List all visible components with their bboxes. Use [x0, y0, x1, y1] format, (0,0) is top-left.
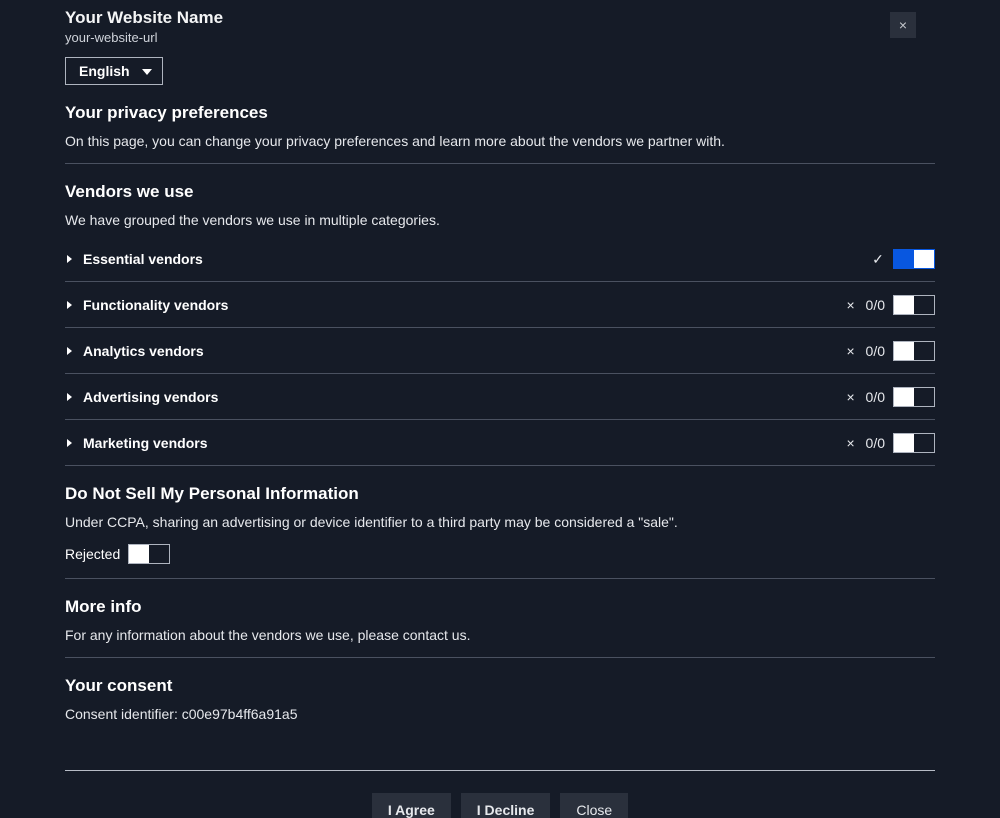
vendor-row[interactable]: Marketing vendors× 0/0	[65, 420, 935, 466]
vendor-row[interactable]: Advertising vendors× 0/0	[65, 374, 935, 420]
decline-button[interactable]: I Decline	[461, 793, 551, 818]
vendor-count: 0/0	[866, 343, 885, 359]
vendor-status: ✓	[871, 249, 935, 269]
language-selected: English	[79, 63, 130, 79]
do-not-sell-toggle[interactable]	[128, 544, 170, 564]
section-title-privacy: Your privacy preferences	[65, 103, 935, 123]
chevron-right-icon	[67, 255, 72, 263]
vendor-row[interactable]: Functionality vendors× 0/0	[65, 282, 935, 328]
section-desc-vendors: We have grouped the vendors we use in mu…	[65, 212, 935, 228]
vendor-status: × 0/0	[844, 433, 935, 453]
vendor-count: 0/0	[866, 389, 885, 405]
chevron-right-icon	[67, 347, 72, 355]
vendor-row[interactable]: Essential vendors✓	[65, 236, 935, 282]
site-name: Your Website Name	[65, 8, 935, 28]
close-icon: ×	[899, 17, 907, 33]
section-desc-dns: Under CCPA, sharing an advertising or de…	[65, 514, 935, 530]
vendor-name: Analytics vendors	[83, 343, 844, 359]
vendor-count: 0/0	[866, 435, 885, 451]
vendor-name: Essential vendors	[83, 251, 871, 267]
consent-identifier: Consent identifier: c00e97b4ff6a91a5	[65, 706, 935, 722]
privacy-dialog: × Your Website Name your-website-url Eng…	[0, 0, 1000, 818]
divider	[65, 163, 935, 164]
vendor-toggle[interactable]	[893, 295, 935, 315]
chevron-right-icon	[67, 439, 72, 447]
chevron-right-icon	[67, 301, 72, 309]
toggle-knob	[894, 434, 914, 452]
vendor-list: Essential vendors✓Functionality vendors×…	[65, 236, 935, 466]
section-title-moreinfo: More info	[65, 597, 935, 617]
section-desc-privacy: On this page, you can change your privac…	[65, 133, 935, 149]
x-icon: ×	[844, 389, 858, 405]
chevron-down-icon	[142, 69, 152, 75]
vendor-name: Advertising vendors	[83, 389, 844, 405]
vendor-status: × 0/0	[844, 295, 935, 315]
toggle-knob	[129, 545, 149, 563]
divider	[65, 657, 935, 658]
close-button[interactable]: Close	[560, 793, 628, 818]
section-title-vendors: Vendors we use	[65, 182, 935, 202]
vendor-row[interactable]: Analytics vendors× 0/0	[65, 328, 935, 374]
close-icon-button[interactable]: ×	[890, 12, 916, 38]
vendor-toggle[interactable]	[893, 249, 935, 269]
x-icon: ×	[844, 297, 858, 313]
do-not-sell-status: Rejected	[65, 546, 120, 562]
vendor-status: × 0/0	[844, 387, 935, 407]
vendor-name: Marketing vendors	[83, 435, 844, 451]
x-icon: ×	[844, 435, 858, 451]
section-title-dns: Do Not Sell My Personal Information	[65, 484, 935, 504]
section-title-consent: Your consent	[65, 676, 935, 696]
toggle-knob	[914, 250, 934, 268]
vendor-count: 0/0	[866, 297, 885, 313]
vendor-toggle[interactable]	[893, 341, 935, 361]
x-icon: ×	[844, 343, 858, 359]
toggle-knob	[894, 388, 914, 406]
vendor-name: Functionality vendors	[83, 297, 844, 313]
do-not-sell-control: Rejected	[65, 544, 935, 564]
vendor-toggle[interactable]	[893, 387, 935, 407]
chevron-right-icon	[67, 393, 72, 401]
vendor-status: × 0/0	[844, 341, 935, 361]
language-select[interactable]: English	[65, 57, 163, 85]
dialog-footer: I Agree I Decline Close	[65, 770, 935, 818]
vendor-toggle[interactable]	[893, 433, 935, 453]
section-desc-moreinfo: For any information about the vendors we…	[65, 627, 935, 643]
toggle-knob	[894, 296, 914, 314]
divider	[65, 578, 935, 579]
toggle-knob	[894, 342, 914, 360]
check-icon: ✓	[871, 251, 885, 268]
agree-button[interactable]: I Agree	[372, 793, 451, 818]
site-url: your-website-url	[65, 30, 935, 45]
